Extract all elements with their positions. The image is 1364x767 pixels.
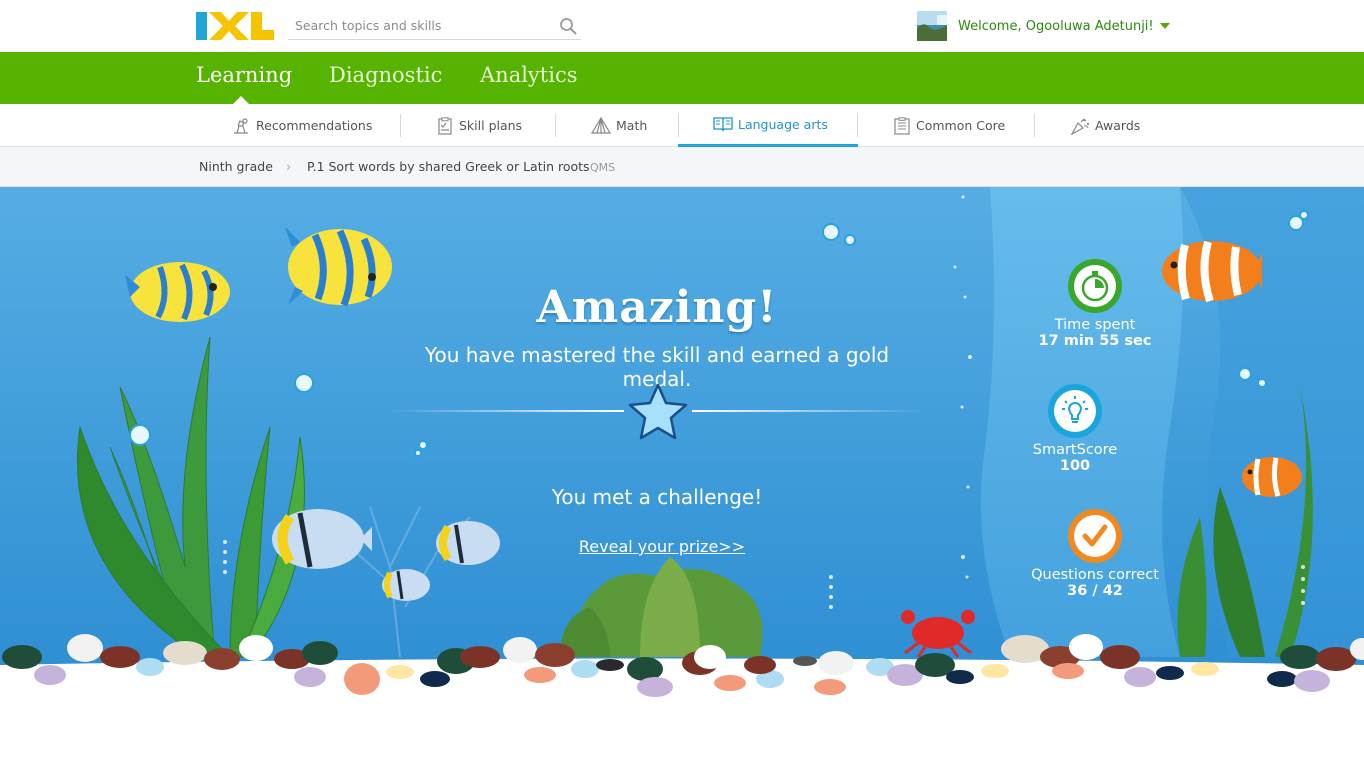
subnav-math[interactable]: Math (591, 104, 647, 147)
subnav-language-arts[interactable]: Language arts (678, 104, 858, 147)
aquarium-background (0, 187, 1364, 767)
search-icon[interactable] (559, 17, 577, 35)
chevron-right-icon: › (286, 160, 292, 175)
lightbulb-icon (1048, 384, 1102, 438)
questions-correct-stat: Questions correct 36 / 42 (995, 567, 1195, 599)
breadcrumb: Ninth grade › P.1 Sort words by shared G… (0, 147, 1364, 187)
stopwatch-icon (1068, 259, 1122, 313)
recommendations-icon (234, 117, 248, 134)
challenge-message: You met a challenge! (551, 485, 763, 509)
smartscore-label: SmartScore (1032, 442, 1118, 458)
questions-correct-label: Questions correct (1031, 567, 1159, 583)
divider (1034, 114, 1035, 137)
skill-plans-icon (438, 116, 452, 135)
time-spent-value: 17 min 55 sec (1038, 333, 1152, 349)
search-input[interactable] (288, 12, 548, 38)
subnav-label: Common Core (916, 118, 1006, 133)
headline: Amazing! (536, 282, 778, 333)
subnav-recommendations[interactable]: Recommendations (231, 104, 372, 147)
tab-analytics[interactable]: Analytics (480, 63, 577, 87)
subnav-label: Recommendations (256, 118, 373, 133)
top-bar: Welcome, Ogooluwa Adetunji! (0, 0, 1364, 52)
tab-diagnostic[interactable]: Diagnostic (329, 63, 442, 87)
welcome-text[interactable]: Welcome, Ogooluwa Adetunji! (958, 19, 1154, 34)
user-menu[interactable]: Welcome, Ogooluwa Adetunji! (917, 11, 1170, 41)
questions-correct-value: 36 / 42 (1067, 583, 1123, 599)
main-nav: Learning Diagnostic Analytics (0, 52, 1364, 104)
tab-learning[interactable]: Learning (196, 63, 292, 87)
reveal-prize-link[interactable]: Reveal your prize>> (540, 537, 784, 556)
divider (400, 114, 401, 137)
awards-icon (1070, 118, 1090, 135)
avatar (917, 11, 947, 41)
divider (555, 114, 556, 137)
time-spent-label: Time spent (1054, 317, 1136, 333)
ixl-logo[interactable] (196, 12, 274, 40)
divider (857, 114, 858, 137)
subnav-label: Awards (1095, 118, 1141, 133)
skill-code: QMS (590, 161, 616, 174)
common-core-icon (894, 116, 910, 135)
breadcrumb-grade[interactable]: Ninth grade (199, 159, 273, 174)
math-icon (591, 116, 611, 134)
subnav-label: Language arts (738, 116, 828, 132)
star-icon (628, 383, 688, 440)
subnav-label: Skill plans (459, 118, 523, 133)
search-box (288, 12, 581, 40)
time-spent-stat: Time spent 17 min 55 sec (995, 317, 1195, 349)
subnav-label: Math (616, 118, 648, 133)
star-divider (390, 383, 924, 440)
language-arts-icon (713, 117, 733, 132)
subnav-common-core[interactable]: Common Core (893, 104, 1005, 147)
active-tab-pointer (233, 96, 249, 104)
breadcrumb-skill: P.1 Sort words by shared Greek or Latin … (307, 159, 590, 174)
sub-nav: Recommendations Skill plans Math Languag… (0, 104, 1364, 147)
smartscore-value: 100 (1059, 458, 1091, 474)
chevron-down-icon[interactable] (1159, 23, 1170, 29)
subnav-awards[interactable]: Awards (1070, 104, 1140, 147)
smartscore-stat: SmartScore 100 (975, 442, 1175, 474)
subnav-skill-plans[interactable]: Skill plans (436, 104, 522, 147)
checkmark-icon (1068, 509, 1122, 563)
aquarium-scene: Amazing! You have mastered the skill and… (0, 187, 1364, 767)
